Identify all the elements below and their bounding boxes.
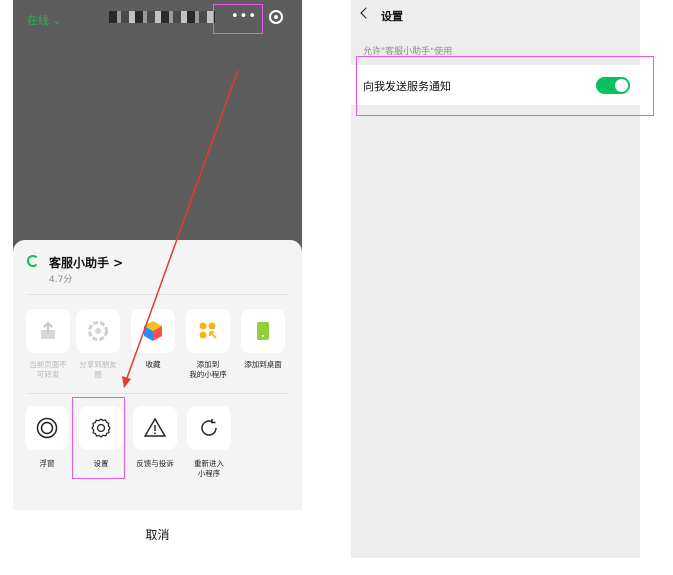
share-icon xyxy=(26,309,70,353)
tile-label: 添加到桌面 xyxy=(244,360,282,369)
more-button-highlight xyxy=(213,4,263,34)
tile-label: 重新进入 小程序 xyxy=(194,459,224,478)
reload-icon xyxy=(187,406,231,450)
page-title: 设置 xyxy=(381,10,403,23)
app-logo-icon xyxy=(27,255,39,267)
add-to-miniprogram-tile[interactable] xyxy=(186,309,230,353)
capsule-close-icon[interactable] xyxy=(269,10,283,24)
favorite-tile[interactable] xyxy=(131,309,175,353)
app-score: 4.7分 xyxy=(49,275,73,285)
float-window-icon xyxy=(25,406,69,450)
add-to-miniprogram-icon xyxy=(186,309,230,353)
add-to-desktop-tile[interactable] xyxy=(241,309,285,353)
app-name[interactable]: 客服小助手 > xyxy=(49,254,123,271)
toggle-row-highlight xyxy=(356,56,654,116)
action-sheet: 客服小助手 > 4.7分 当前页面不 可转发 分享到朋友 圈 收藏 添加到 我的… xyxy=(13,240,302,558)
add-to-desktop-icon xyxy=(241,309,285,353)
back-chevron-icon[interactable] xyxy=(360,7,372,19)
divider xyxy=(27,294,288,295)
share-tile[interactable] xyxy=(26,309,70,353)
online-status[interactable]: 在线 ⌄ xyxy=(27,12,62,28)
moments-tile[interactable] xyxy=(76,309,120,353)
favorite-cube-icon xyxy=(131,309,175,353)
feedback-tile[interactable] xyxy=(133,406,177,450)
moments-icon xyxy=(76,309,120,353)
blurred-title xyxy=(109,11,215,23)
cancel-button[interactable]: 取消 xyxy=(13,510,302,558)
float-window-tile[interactable] xyxy=(25,406,69,450)
cancel-label: 取消 xyxy=(145,528,170,542)
divider xyxy=(27,393,288,394)
miniprogram-screen: 在线 ⌄ ••• 客服小助手 > 4.7分 当前页面不 可转发 分享到朋友 圈 … xyxy=(13,0,302,558)
reload-tile[interactable] xyxy=(187,406,231,450)
warning-triangle-icon xyxy=(133,406,177,450)
settings-highlight xyxy=(72,397,125,479)
